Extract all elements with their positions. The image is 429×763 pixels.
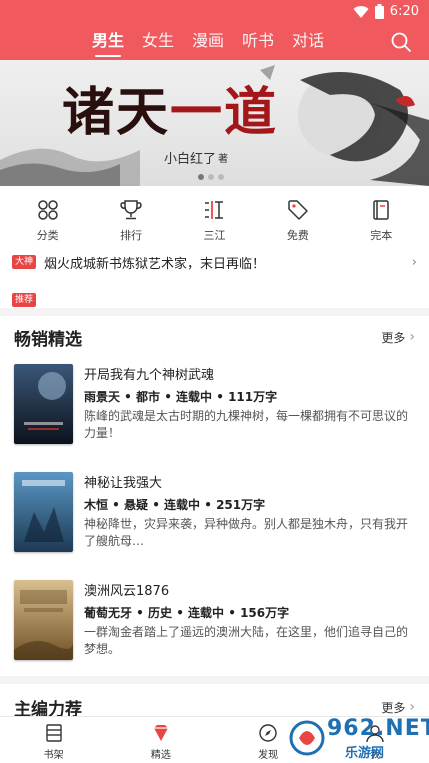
watermark-subtext: 乐游网 <box>345 746 385 761</box>
more-label: 更多 <box>381 330 406 345</box>
tab-dialogue[interactable]: 对话 <box>290 30 326 54</box>
news-tag: 大神 <box>12 255 37 269</box>
pagination-dot <box>198 174 204 180</box>
shortcut-label: 完本 <box>370 229 393 242</box>
watermark-logo-icon <box>289 720 325 756</box>
more-button[interactable]: 更多 › <box>381 699 415 716</box>
tab-female[interactable]: 女生 <box>140 30 176 54</box>
book-cover <box>14 472 73 552</box>
shortcut-label: 免费 <box>286 229 309 242</box>
top-nav: 男生 女生 漫画 听书 对话 <box>0 26 429 60</box>
book-meta: 葡萄无牙 • 历史 • 连载中 • 156万字 <box>84 606 290 620</box>
more-label: 更多 <box>381 700 406 715</box>
shortcut-label: 三江 <box>203 229 226 242</box>
chevron-right-icon: › <box>411 254 417 270</box>
book-description: 神秘降世，灾异来袭，异种做舟。别人都是独木舟，只有我开了艘航母… <box>84 517 409 548</box>
section-divider <box>0 308 429 316</box>
news-item[interactable]: 大神 烟火成城新书炼狱艺术家，末日再临！ › <box>12 252 417 272</box>
shortcut-label: 排行 <box>120 229 143 242</box>
news-ticker: 大神 烟火成城新书炼狱艺术家，末日再临！ › 推荐 <box>0 250 429 308</box>
chevron-right-icon: › <box>409 329 415 345</box>
shortcut-sanjiang[interactable]: 三江 <box>184 186 244 250</box>
tab-male[interactable]: 男生 <box>90 30 126 57</box>
sanjiang-icon <box>205 201 224 219</box>
shortcut-ranking[interactable]: 排行 <box>101 186 161 250</box>
bottom-nav-featured[interactable]: 精选 <box>121 717 201 763</box>
book-title: 神秘让我强大 <box>84 476 163 491</box>
section-title: 畅销精选 <box>14 329 82 350</box>
banner-title-part2: 一道 <box>170 82 279 143</box>
bottom-nav-bookshelf[interactable]: 书架 <box>14 717 94 763</box>
book-item[interactable]: 神秘让我强大 木恒 • 悬疑 • 连载中 • 251万字 神秘降世，灾异来袭，异… <box>14 472 418 554</box>
banner-title: 诸天一道 <box>62 70 278 145</box>
more-button[interactable]: 更多 › <box>381 329 415 346</box>
watermark-text: 962.NET <box>327 716 429 741</box>
channel-tabs: 男生 女生 漫画 听书 对话 <box>90 30 326 57</box>
battery-icon <box>374 4 384 19</box>
promo-banner[interactable]: 诸天一道 小白红了 著 <box>0 60 429 186</box>
pagination-dot <box>208 174 214 180</box>
bottom-nav-label: 发现 <box>258 750 279 761</box>
book-cover <box>14 580 73 660</box>
book-icon <box>373 200 389 220</box>
chevron-right-icon: › <box>409 699 415 715</box>
search-icon <box>391 32 411 52</box>
book-description: 一群淘金者踏上了遥远的澳洲大陆，在这里，他们追寻自己的梦想。 <box>84 625 409 656</box>
shortcut-label: 分类 <box>36 229 59 242</box>
wifi-icon <box>353 5 369 19</box>
book-meta: 木恒 • 悬疑 • 连载中 • 251万字 <box>84 498 266 512</box>
status-right: 6:20 <box>353 4 419 19</box>
news-item[interactable]: 推荐 <box>12 290 417 308</box>
book-cover <box>14 364 73 444</box>
search-button[interactable] <box>389 30 413 54</box>
bottom-nav-label: 书架 <box>43 750 64 761</box>
tab-comic[interactable]: 漫画 <box>190 30 226 54</box>
diamond-icon <box>153 725 168 741</box>
news-tag: 推荐 <box>12 293 37 307</box>
shortcut-completed[interactable]: 完本 <box>351 186 411 250</box>
bookshelf-icon <box>45 724 62 742</box>
book-item[interactable]: 开局我有九个神树武魂 雨景天 • 都市 • 连载中 • 111万字 陈峰的武魂是… <box>14 364 418 446</box>
book-description: 陈峰的武魂是太古时期的九棵神树，每一棵都拥有不可思议的力量！ <box>84 409 409 440</box>
book-title: 澳洲风云1876 <box>84 584 170 599</box>
status-bar: 6:20 <box>0 0 429 26</box>
category-shortcuts: 分类 排行 三江 免费 完本 <box>0 186 429 250</box>
book-item[interactable]: 澳洲风云1876 葡萄无牙 • 历史 • 连载中 • 156万字 一群淘金者踏上… <box>14 580 418 662</box>
shortcut-free[interactable]: 免费 <box>268 186 328 250</box>
tab-audiobook[interactable]: 听书 <box>240 30 276 54</box>
trophy-icon <box>120 200 142 220</box>
pagination-dot <box>218 174 224 180</box>
banner-author-suffix: 著 <box>218 154 228 165</box>
section-divider <box>0 676 429 684</box>
tag-icon <box>288 200 308 220</box>
site-watermark: 962.NET 乐游网 <box>289 714 429 762</box>
banner-title-part1: 诸天 <box>62 82 171 143</box>
banner-author: 小白红了 <box>164 152 217 167</box>
news-text: 烟火成城新书炼狱艺术家，末日再临！ <box>44 256 266 272</box>
bestsellers-header: 畅销精选 更多 › <box>14 326 415 350</box>
banner-pagination <box>198 174 224 180</box>
book-meta: 雨景天 • 都市 • 连载中 • 111万字 <box>84 390 278 404</box>
status-time: 6:20 <box>389 4 419 19</box>
shortcut-category[interactable]: 分类 <box>18 186 78 250</box>
bottom-nav-label: 精选 <box>150 750 171 761</box>
compass-icon <box>259 724 277 742</box>
book-title: 开局我有九个神树武魂 <box>84 368 215 383</box>
grid-circles-icon <box>37 200 58 220</box>
